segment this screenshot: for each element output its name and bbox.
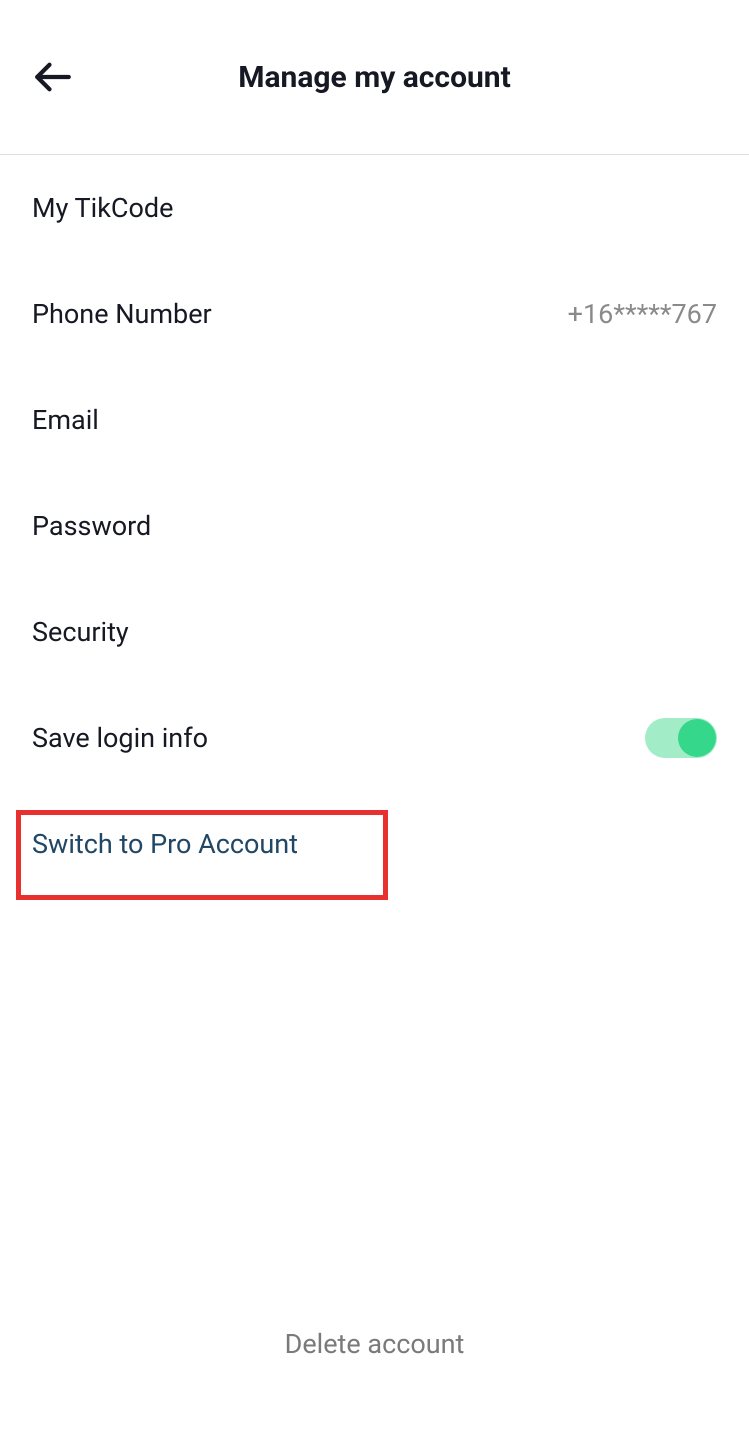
save-login-toggle[interactable] — [645, 718, 717, 758]
list-item-label: Save login info — [32, 722, 208, 754]
list-item-save-login: Save login info — [0, 685, 749, 791]
back-icon[interactable] — [32, 56, 74, 98]
header: Manage my account — [0, 0, 749, 155]
list-item-label: Phone Number — [32, 298, 212, 330]
list-item-label: Security — [32, 616, 129, 648]
switch-pro-label: Switch to Pro Account — [32, 828, 298, 860]
settings-list: My TikCode Phone Number +16*****767 Emai… — [0, 155, 749, 897]
list-item-label: My TikCode — [32, 192, 173, 224]
list-item-value: +16*****767 — [568, 298, 717, 330]
list-item-tikcode[interactable]: My TikCode — [0, 155, 749, 261]
page-title: Manage my account — [28, 60, 721, 95]
list-item-label: Password — [32, 510, 151, 542]
list-item-password[interactable]: Password — [0, 473, 749, 579]
toggle-knob — [678, 719, 716, 757]
list-item-email[interactable]: Email — [0, 367, 749, 473]
delete-account-link[interactable]: Delete account — [0, 1328, 749, 1360]
list-item-switch-pro[interactable]: Switch to Pro Account — [0, 791, 749, 897]
list-item-security[interactable]: Security — [0, 579, 749, 685]
list-item-phone[interactable]: Phone Number +16*****767 — [0, 261, 749, 367]
list-item-label: Email — [32, 404, 99, 436]
